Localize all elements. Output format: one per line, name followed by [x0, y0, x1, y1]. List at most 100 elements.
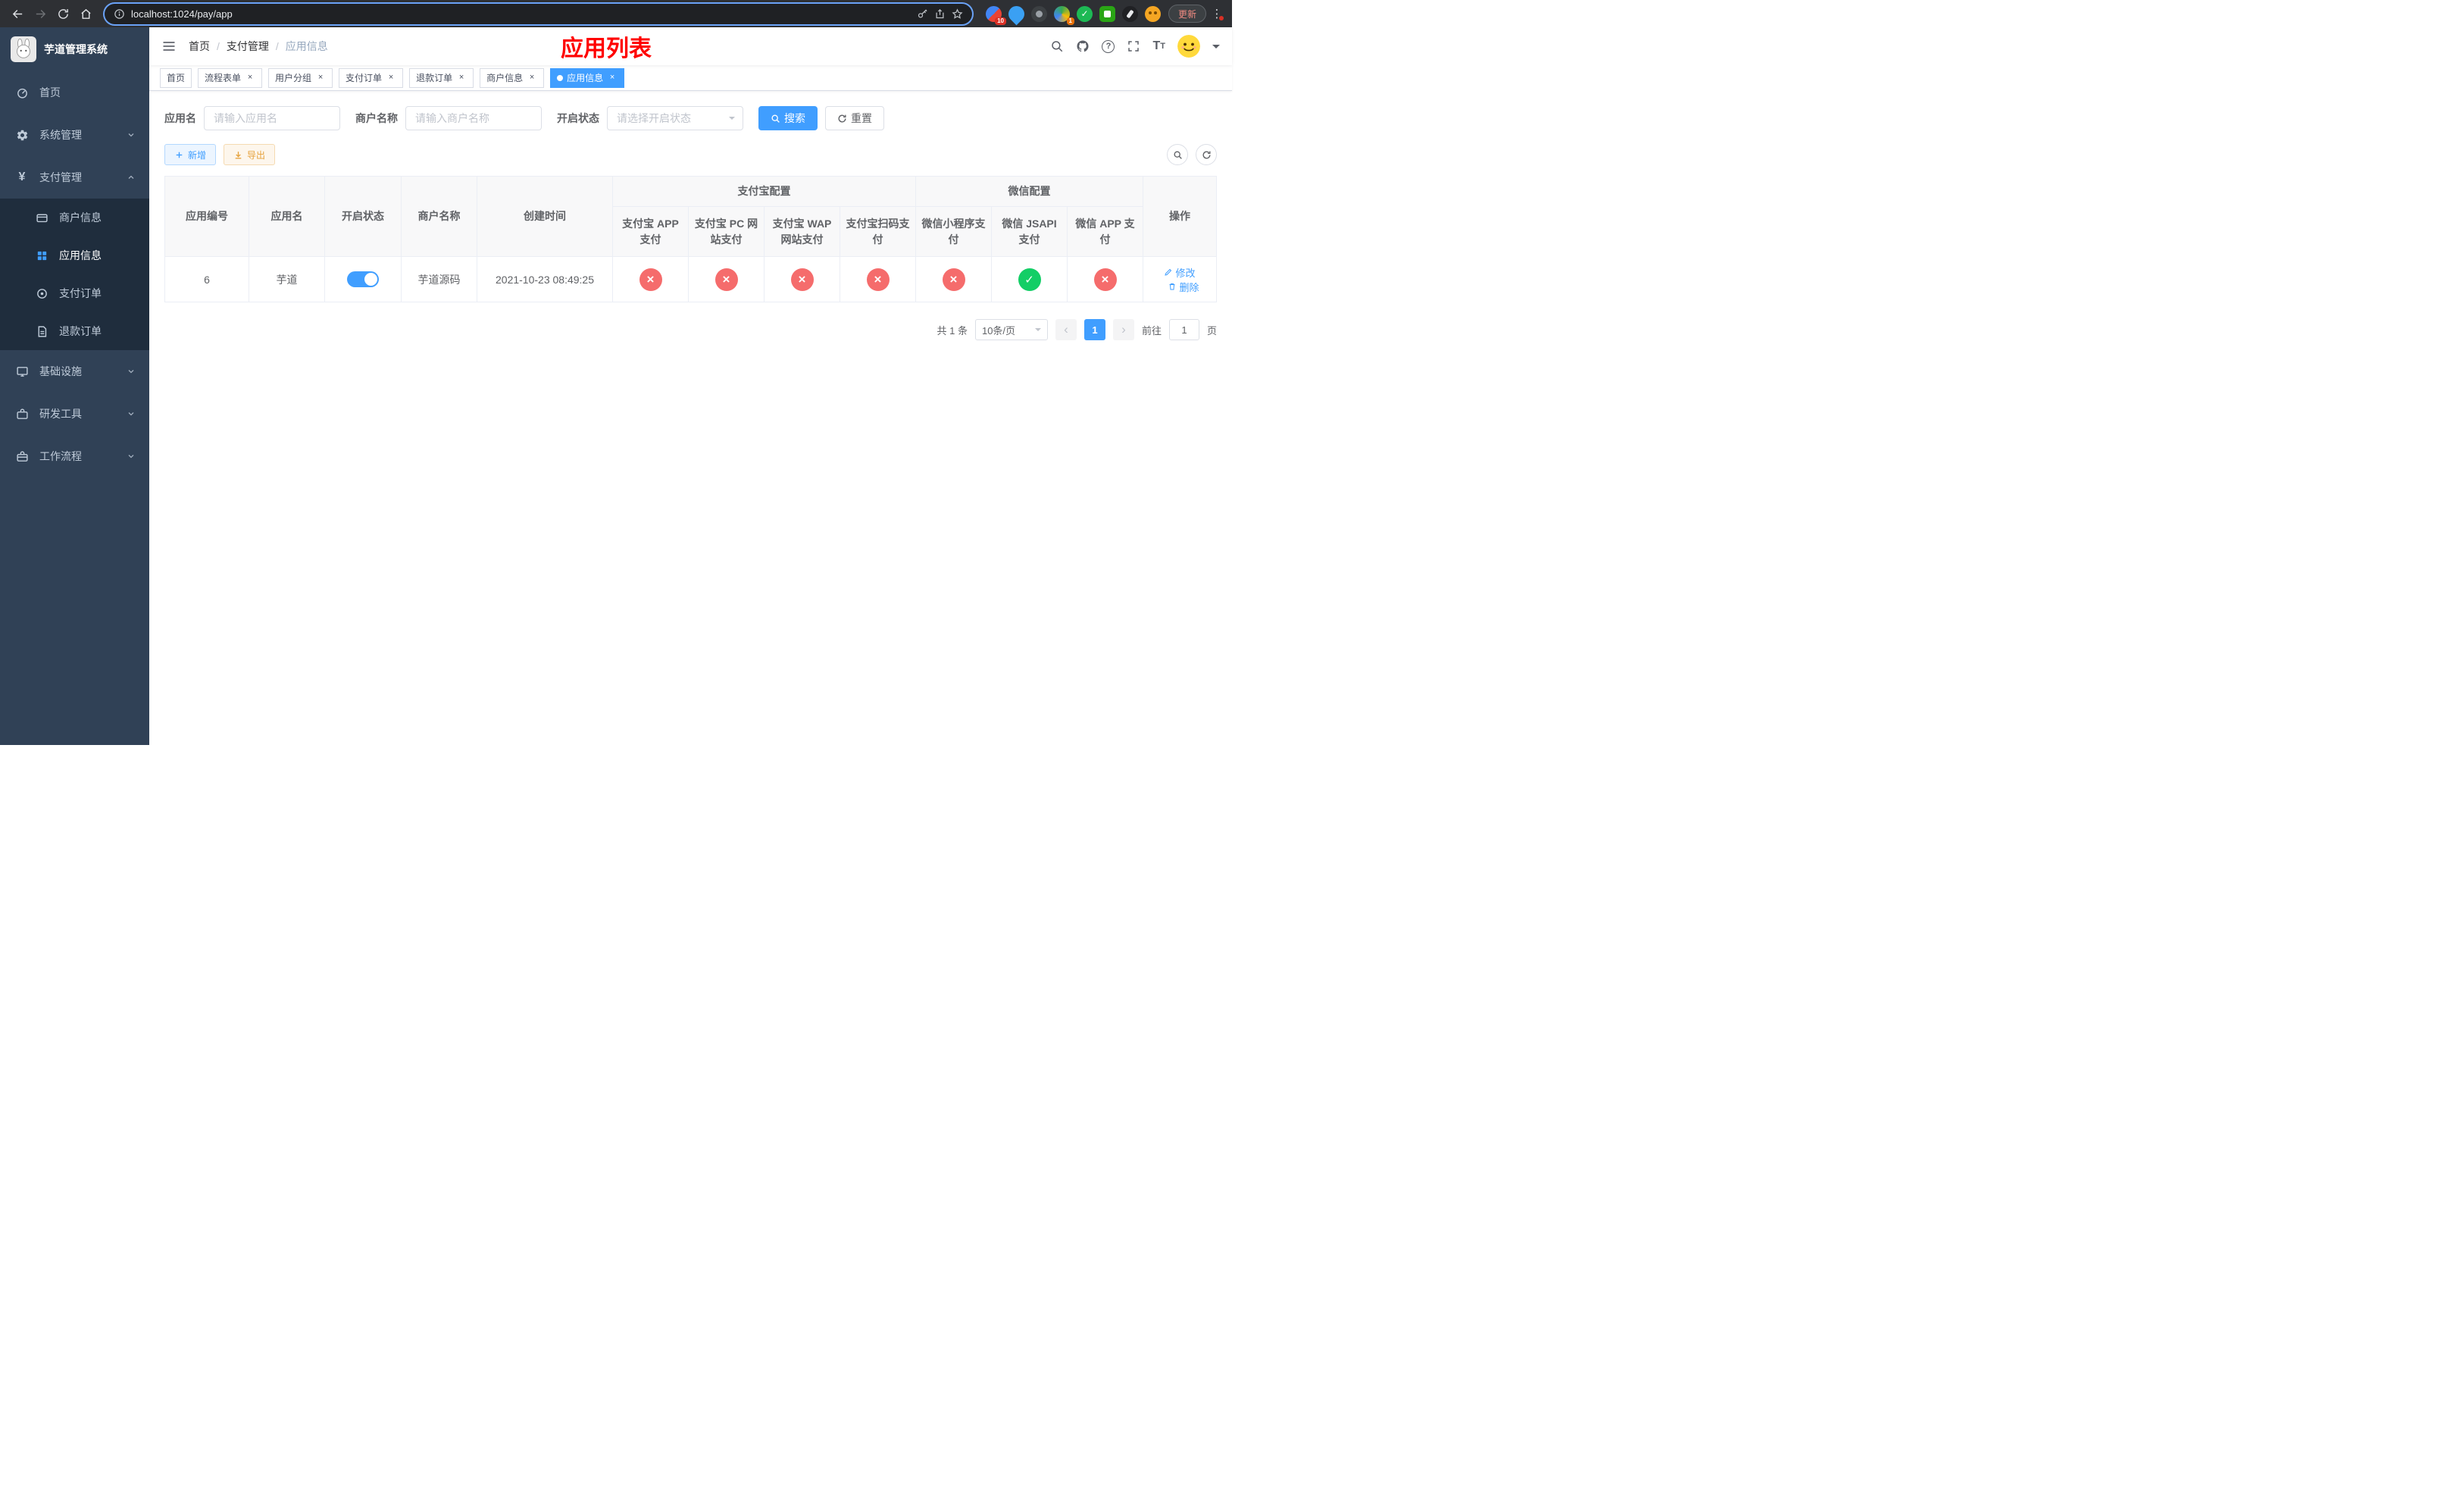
merchant-name-input[interactable]	[405, 106, 542, 130]
breadcrumb-item[interactable]: 首页	[189, 39, 210, 54]
filter-app-name: 应用名	[164, 106, 340, 130]
github-icon[interactable]	[1076, 39, 1090, 53]
search-icon[interactable]	[1050, 39, 1064, 53]
avatar-dropdown-caret-icon[interactable]	[1212, 44, 1220, 52]
export-button-label: 导出	[247, 149, 266, 161]
goto-page-input[interactable]	[1168, 319, 1199, 340]
sidebar-item-app-info[interactable]: 应用信息	[0, 236, 149, 274]
cell-alipay-qr	[840, 256, 916, 302]
extension-icon[interactable]	[1099, 5, 1115, 22]
search-icon	[771, 114, 780, 123]
extension-icon[interactable]: 1	[1053, 5, 1074, 25]
fail-icon	[1093, 268, 1117, 291]
close-icon[interactable]	[607, 73, 618, 83]
sidebar-item-label: 退款订单	[59, 325, 102, 337]
col-header-alipay-qr: 支付宝扫码支付	[840, 206, 916, 257]
address-bar[interactable]: localhost:1024/pay/app	[105, 3, 972, 24]
help-icon[interactable]	[1102, 39, 1115, 53]
sidebar-logo-row[interactable]: 芋道管理系统	[0, 27, 149, 71]
app-name-input[interactable]	[204, 106, 340, 130]
cell-app-id: 6	[164, 256, 249, 302]
search-button[interactable]: 搜索	[758, 106, 818, 130]
status-toggle[interactable]	[347, 271, 379, 287]
browser-home-icon[interactable]	[76, 4, 95, 23]
main-area: 首页 / 支付管理 / 应用信息 应用列表 ? T T 首页 流程表单 × 用户…	[149, 27, 1232, 745]
top-navbar: 首页 / 支付管理 / 应用信息 应用列表	[149, 27, 1232, 65]
export-button[interactable]: 导出	[224, 144, 276, 165]
add-button[interactable]: 新增	[164, 144, 217, 165]
sidebar-item-label: 基础设施	[39, 365, 82, 377]
sidebar-item-merchant-info[interactable]: 商户信息	[0, 199, 149, 236]
tab-app-info[interactable]: 应用信息	[550, 67, 625, 88]
extension-badge: 1	[1066, 17, 1074, 25]
close-icon[interactable]	[245, 73, 255, 83]
fail-icon	[639, 268, 662, 291]
sidebar-item-label: 支付订单	[59, 287, 102, 299]
extension-icon[interactable]	[1030, 5, 1047, 22]
col-group-alipay: 支付宝配置	[612, 176, 916, 207]
page-number-current[interactable]: 1	[1083, 319, 1105, 340]
cell-app-name: 芋道	[249, 256, 325, 302]
sidebar-item-infrastructure[interactable]: 基础设施	[0, 350, 149, 393]
sidebar-item-workflow[interactable]: 工作流程	[0, 435, 149, 477]
close-icon[interactable]	[527, 73, 537, 83]
extension-icon[interactable]	[1076, 5, 1093, 22]
breadcrumb-item[interactable]: 支付管理	[227, 39, 269, 54]
close-icon[interactable]	[315, 73, 326, 83]
sidebar-item-system[interactable]: 系统管理	[0, 114, 149, 156]
bookmark-star-icon[interactable]	[952, 8, 963, 20]
tab-home[interactable]: 首页	[160, 67, 192, 88]
tab-process-form[interactable]: 流程表单	[198, 67, 263, 88]
tab-pay-orders[interactable]: 支付订单	[339, 67, 404, 88]
hamburger-icon[interactable]	[161, 39, 177, 54]
site-info-icon[interactable]	[114, 8, 125, 20]
url-text[interactable]: localhost:1024/pay/app	[131, 8, 233, 20]
font-size-icon[interactable]	[1152, 40, 1165, 52]
delete-button-label: 删除	[1179, 281, 1199, 293]
dashboard-icon	[14, 86, 30, 99]
app-name-label: 应用名	[164, 112, 196, 124]
toggle-search-button[interactable]	[1167, 144, 1188, 165]
password-key-icon[interactable]	[917, 8, 928, 20]
sidebar-item-pay-orders[interactable]: 支付订单	[0, 274, 149, 312]
cell-merchant: 芋道源码	[401, 256, 477, 302]
card-icon	[33, 211, 50, 224]
fail-icon	[714, 268, 738, 291]
extension-icon[interactable]: 10	[985, 5, 1006, 25]
extension-icon[interactable]	[1005, 2, 1028, 25]
browser-back-icon[interactable]	[8, 4, 27, 23]
tab-merchant-info[interactable]: 商户信息	[480, 67, 545, 88]
browser-menu-icon[interactable]: ⋮	[1209, 7, 1224, 20]
next-page-button[interactable]	[1112, 319, 1134, 340]
share-icon[interactable]	[934, 8, 946, 20]
tab-label: 退款订单	[416, 73, 453, 83]
fullscreen-icon[interactable]	[1127, 39, 1140, 53]
sidebar-item-home[interactable]: 首页	[0, 71, 149, 114]
edit-button[interactable]: 修改	[1164, 265, 1196, 280]
tags-view-bar: 首页 流程表单 用户分组 支付订单 退款订单	[149, 65, 1232, 91]
tab-label: 流程表单	[205, 73, 242, 83]
sidebar-item-payment[interactable]: ¥ 支付管理	[0, 156, 149, 199]
page-size-select[interactable]: 10条/页	[974, 319, 1048, 340]
col-group-wechat: 微信配置	[915, 176, 1143, 207]
prev-page-button[interactable]	[1055, 319, 1077, 340]
status-select[interactable]: 请选择开启状态	[607, 106, 743, 130]
avatar[interactable]	[1177, 35, 1200, 58]
chrome-update-button[interactable]: 更新	[1168, 5, 1206, 23]
refresh-table-button[interactable]	[1196, 144, 1217, 165]
reset-button[interactable]: 重置	[825, 106, 884, 130]
tab-user-group[interactable]: 用户分组	[268, 67, 333, 88]
delete-button[interactable]: 删除	[1168, 280, 1199, 294]
extension-icon[interactable]	[1144, 5, 1161, 22]
browser-refresh-icon[interactable]	[53, 4, 73, 23]
close-icon[interactable]	[386, 73, 396, 83]
browser-forward-icon[interactable]	[30, 4, 50, 23]
sidebar-item-dev-tools[interactable]: 研发工具	[0, 393, 149, 435]
tab-refund-orders[interactable]: 退款订单	[409, 67, 474, 88]
close-icon[interactable]	[456, 73, 467, 83]
extension-icon[interactable]	[1121, 5, 1138, 22]
navbar-actions	[1050, 35, 1220, 58]
sidebar-item-refund-orders[interactable]: 退款订单	[0, 312, 149, 350]
chevron-up-icon	[127, 173, 136, 182]
col-header-merchant: 商户名称	[401, 176, 477, 257]
